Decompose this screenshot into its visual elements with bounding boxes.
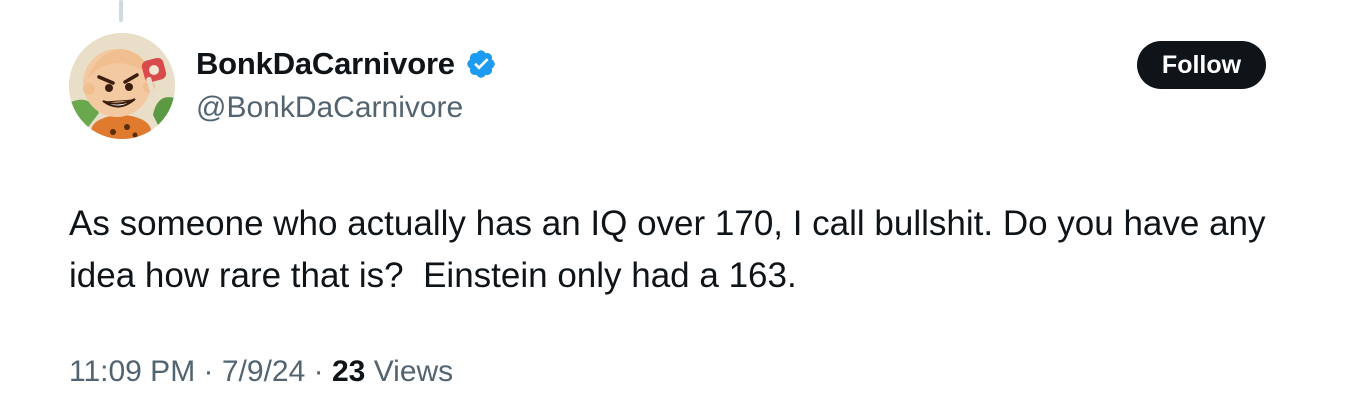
author-handle[interactable]: @BonkDaCarnivore (196, 88, 463, 128)
views-label[interactable]: Views (374, 355, 453, 388)
tweet-date[interactable]: 7/9/24 (222, 355, 305, 388)
cartoon-caveman-avatar-icon (69, 33, 175, 139)
verified-badge-icon (465, 48, 497, 80)
avatar[interactable] (69, 33, 175, 139)
author-display-name[interactable]: BonkDaCarnivore (196, 46, 455, 82)
meta-separator: · (313, 355, 324, 388)
author-name-row: BonkDaCarnivore (196, 44, 497, 84)
thread-connector-line (119, 0, 123, 22)
views-count[interactable]: 23 (332, 355, 365, 388)
meta-separator: · (203, 355, 214, 388)
tweet-text: As someone who actually has an IQ over 1… (69, 204, 1276, 295)
tweet-time[interactable]: 11:09 PM (69, 355, 195, 388)
tweet-metadata: 11:09 PM · 7/9/24 · 23 Views (69, 352, 453, 392)
follow-button[interactable]: Follow (1137, 41, 1266, 89)
